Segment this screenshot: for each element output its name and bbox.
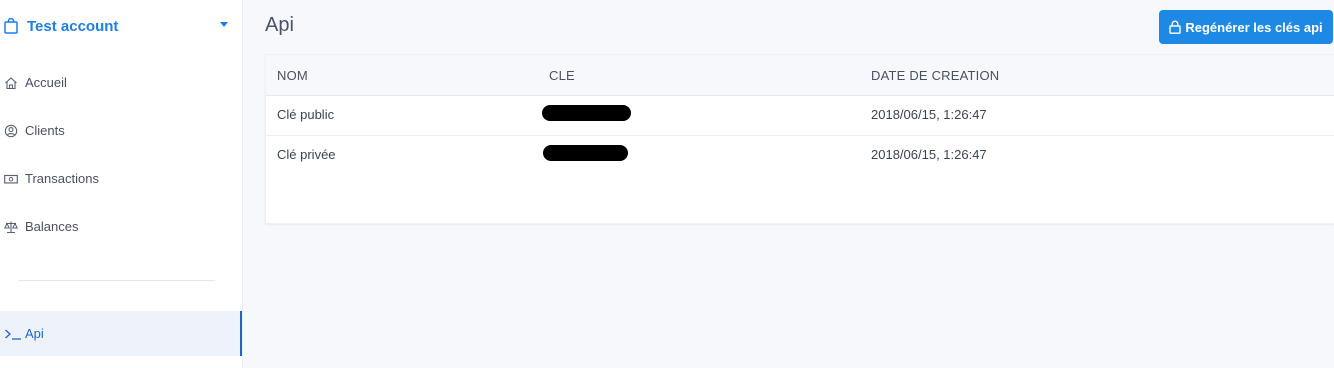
sidebar-item-label: Accueil [25, 75, 67, 90]
redacted-key [542, 105, 631, 121]
home-icon [5, 77, 17, 90]
account-name: Test account [27, 18, 119, 35]
user-circle-icon [4, 124, 18, 138]
sidebar-item-balances[interactable]: Balances [0, 214, 242, 240]
key-name: Clé privée [277, 147, 336, 162]
terminal-icon [5, 329, 21, 340]
sidebar: Test account Accueil Clients Transaction… [0, 0, 243, 368]
lock-icon [1169, 20, 1182, 34]
balance-scale-icon [4, 221, 18, 234]
money-bill-icon [4, 174, 18, 184]
column-header-cle: CLE [549, 68, 575, 83]
key-name: Clé public [277, 107, 335, 122]
regenerate-keys-button[interactable]: Regénérer les clés api [1159, 10, 1333, 44]
table-header: NOM CLE DATE DE CREATION [266, 55, 1334, 96]
sidebar-item-label: Clients [25, 123, 65, 138]
sidebar-item-transactions[interactable]: Transactions [0, 166, 242, 192]
api-keys-table: NOM CLE DATE DE CREATION Clé public 2018… [265, 54, 1334, 224]
sidebar-divider [18, 280, 215, 281]
creation-date: 2018/06/15, 1:26:47 [871, 147, 987, 162]
column-header-nom: NOM [277, 68, 308, 83]
chevron-down-icon[interactable] [220, 22, 228, 27]
sidebar-item-accueil[interactable]: Accueil [0, 70, 242, 96]
sidebar-item-clients[interactable]: Clients [0, 118, 242, 144]
table-row: Clé privée 2018/06/15, 1:26:47 [266, 135, 1334, 175]
regenerate-keys-label: Regénérer les clés api [1185, 19, 1323, 35]
sidebar-item-label: Transactions [25, 171, 99, 186]
creation-date: 2018/06/15, 1:26:47 [871, 107, 987, 122]
sidebar-item-api[interactable]: Api [0, 311, 242, 356]
sidebar-item-label: Api [25, 326, 44, 341]
account-switcher[interactable]: Test account [0, 14, 242, 40]
table-row: Clé public 2018/06/15, 1:26:47 [266, 95, 1334, 136]
shopping-bag-icon [4, 18, 18, 34]
column-header-date: DATE DE CREATION [871, 68, 1000, 83]
page-title: Api [265, 14, 294, 36]
redacted-key [543, 145, 628, 161]
sidebar-item-label: Balances [25, 219, 79, 234]
